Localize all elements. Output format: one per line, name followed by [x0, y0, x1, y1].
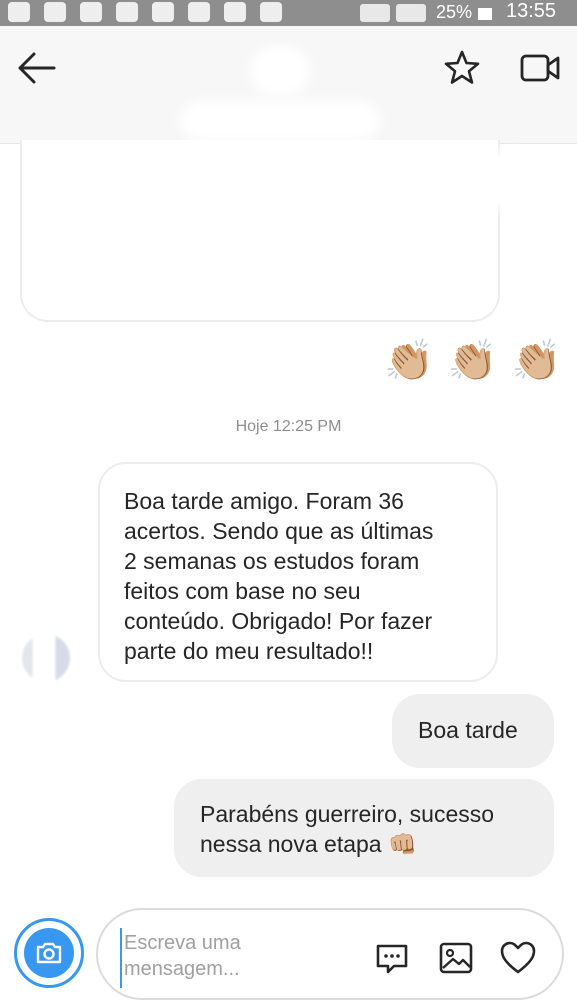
chat-header	[0, 26, 577, 144]
mute-icon	[188, 2, 210, 22]
alarm-icon	[224, 2, 246, 22]
chat-bubble-icon	[376, 944, 408, 974]
gallery-button[interactable]	[436, 938, 476, 978]
image-icon	[439, 942, 473, 974]
status-bar: 25% 13:55	[0, 0, 577, 26]
facebook-icon	[44, 2, 66, 22]
clapping-hands-emoji: 👏🏼	[511, 339, 562, 383]
star-button[interactable]	[440, 46, 484, 90]
instagram-icon	[80, 2, 102, 22]
battery-icon	[478, 8, 492, 20]
camera-icon	[36, 942, 62, 964]
back-button[interactable]	[14, 48, 62, 88]
camera-button[interactable]	[14, 918, 84, 988]
message-input[interactable]	[120, 928, 356, 988]
keyboard-icon	[8, 2, 30, 22]
redacted-message-text	[150, 150, 530, 210]
arrow-left-icon	[18, 52, 56, 84]
instagram-icon	[116, 2, 138, 22]
outgoing-message-bubble[interactable]: Boa tarde	[392, 694, 554, 768]
contact-name-redacted	[180, 101, 380, 141]
like-button[interactable]	[498, 938, 538, 978]
star-icon	[444, 50, 480, 84]
signal-icons	[360, 4, 426, 22]
camera-button-fill	[24, 928, 74, 978]
clapping-hands-emoji: 👏🏼	[447, 339, 498, 383]
video-call-button[interactable]	[516, 46, 564, 90]
avatar[interactable]	[22, 634, 70, 682]
sim-signal-icon	[396, 4, 426, 22]
wifi-icon	[260, 2, 282, 22]
clock: 13:55	[506, 0, 557, 22]
avatar-redacted	[250, 46, 310, 96]
redacted-message-text	[40, 225, 440, 295]
chat-bubble-button[interactable]	[372, 938, 412, 978]
emoji-reactions: 👏🏼 👏🏼 👏🏼	[384, 336, 561, 386]
message-composer	[0, 906, 577, 1003]
message-timestamp: Hoje 12:25 PM	[235, 418, 342, 435]
battery-percentage: 25%	[436, 2, 473, 22]
video-camera-icon	[520, 54, 560, 82]
sim-signal-icon	[360, 4, 390, 22]
incoming-message-bubble[interactable]: Boa tarde amigo. Foram 36 acertos. Sendo…	[98, 462, 498, 682]
clapping-hands-emoji: 👏🏼	[384, 339, 434, 383]
message-input-box[interactable]	[96, 908, 564, 1000]
notification-icons	[8, 2, 282, 22]
outgoing-message-bubble[interactable]: Parabéns guerreiro, sucesso nessa nova e…	[174, 779, 554, 877]
heart-icon	[500, 941, 536, 974]
image-icon	[152, 2, 174, 22]
